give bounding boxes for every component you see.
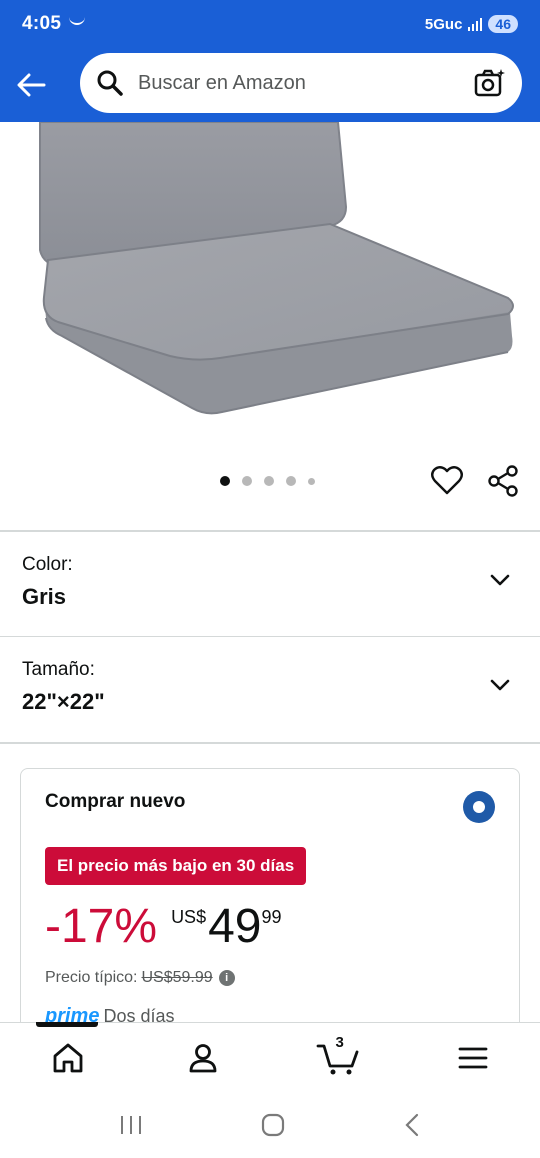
menu-icon bbox=[458, 1047, 487, 1068]
cushion-illustration bbox=[39, 122, 514, 415]
typical-price-row: Precio típico: US$59.99 i bbox=[45, 969, 495, 987]
buy-new-title: Comprar nuevo bbox=[45, 791, 186, 812]
cart-icon-wrap: 3 bbox=[316, 1034, 360, 1076]
size-label: Tamaño: bbox=[22, 659, 95, 680]
carousel-dot[interactable] bbox=[264, 476, 274, 486]
share-button[interactable] bbox=[486, 464, 520, 498]
back-button[interactable] bbox=[0, 48, 62, 122]
radio-dot bbox=[473, 801, 485, 813]
status-time: 4:05 bbox=[22, 13, 62, 34]
signal-icon bbox=[468, 17, 483, 31]
color-value: Gris bbox=[22, 584, 67, 609]
size-value: 22"×22" bbox=[22, 689, 105, 714]
search-header: Buscar en Amazon bbox=[0, 48, 540, 122]
price-fraction: 99 bbox=[261, 907, 282, 927]
camera-icon bbox=[474, 69, 505, 97]
system-back-icon[interactable] bbox=[402, 1112, 422, 1138]
home-icon bbox=[53, 1043, 82, 1072]
battery-indicator: 46 bbox=[488, 15, 518, 33]
search-icon bbox=[97, 70, 123, 96]
price-row: -17% US$ 49 99 bbox=[45, 899, 495, 959]
color-label: Color: bbox=[22, 554, 73, 575]
buy-new-card[interactable]: Comprar nuevo El precio más bajo en 30 d… bbox=[20, 768, 520, 1058]
active-tab-indicator bbox=[36, 1022, 98, 1027]
price-whole: 49 bbox=[208, 900, 262, 953]
recent-apps-icon[interactable] bbox=[118, 1114, 144, 1136]
price-currency: US$ bbox=[171, 907, 207, 927]
discount-percent: -17% bbox=[45, 900, 158, 953]
nav-home[interactable] bbox=[0, 1023, 135, 1092]
camera-search-button[interactable] bbox=[472, 65, 508, 101]
add-to-list-button[interactable] bbox=[430, 464, 464, 498]
info-icon[interactable]: i bbox=[218, 970, 235, 986]
nav-menu[interactable] bbox=[405, 1023, 540, 1092]
status-bar: 4:05 5Guc 46 bbox=[0, 0, 540, 48]
nav-account[interactable] bbox=[135, 1023, 270, 1092]
cart-count: 3 bbox=[335, 1033, 344, 1051]
person-icon bbox=[189, 1043, 216, 1072]
divider bbox=[0, 742, 540, 744]
status-indicators: 5Guc 46 bbox=[425, 15, 518, 33]
buy-new-radio[interactable] bbox=[463, 791, 495, 823]
back-arrow-icon bbox=[17, 73, 46, 97]
share-icon bbox=[488, 465, 518, 497]
deal-badge: El precio más bajo en 30 días bbox=[45, 847, 307, 885]
search-input[interactable]: Buscar en Amazon bbox=[80, 53, 522, 113]
network-label: 5Guc bbox=[424, 15, 463, 33]
carousel-dot[interactable] bbox=[242, 476, 252, 486]
chevron-down-icon bbox=[490, 679, 510, 691]
carousel-dot[interactable] bbox=[220, 476, 230, 486]
heart-icon bbox=[431, 466, 463, 495]
carousel-dot[interactable] bbox=[286, 476, 296, 486]
carousel-dots[interactable] bbox=[220, 476, 315, 486]
product-image[interactable] bbox=[0, 122, 540, 452]
home-circle-icon[interactable] bbox=[260, 1112, 286, 1138]
carousel-controls bbox=[0, 452, 540, 528]
carousel-dot[interactable] bbox=[308, 477, 315, 485]
bottom-nav: 3 bbox=[0, 1022, 540, 1092]
size-selector[interactable]: Tamaño: 22"×22" bbox=[0, 637, 540, 741]
typical-price-label: Precio típico: bbox=[45, 969, 138, 986]
nav-cart[interactable]: 3 bbox=[270, 1023, 405, 1092]
typical-price-value: US$59.99 bbox=[141, 969, 213, 986]
color-selector[interactable]: Color: Gris bbox=[0, 532, 540, 636]
amazon-smile-icon bbox=[69, 17, 86, 25]
chevron-down-icon bbox=[490, 574, 510, 586]
search-placeholder: Buscar en Amazon bbox=[138, 71, 306, 94]
system-nav-bar bbox=[0, 1092, 540, 1158]
